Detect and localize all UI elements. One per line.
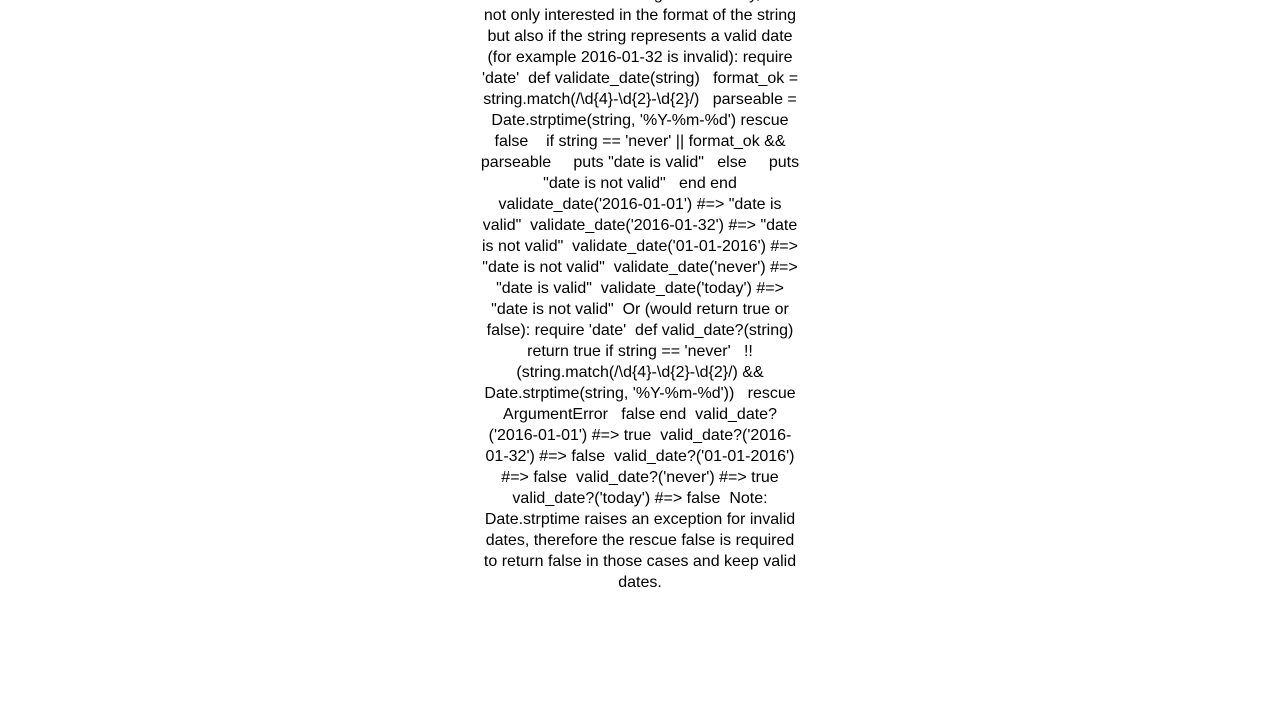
body-text: I need to validate a string date in Ruby… — [480, 0, 800, 591]
page-viewport: I need to validate a string date in Ruby… — [0, 0, 1280, 720]
